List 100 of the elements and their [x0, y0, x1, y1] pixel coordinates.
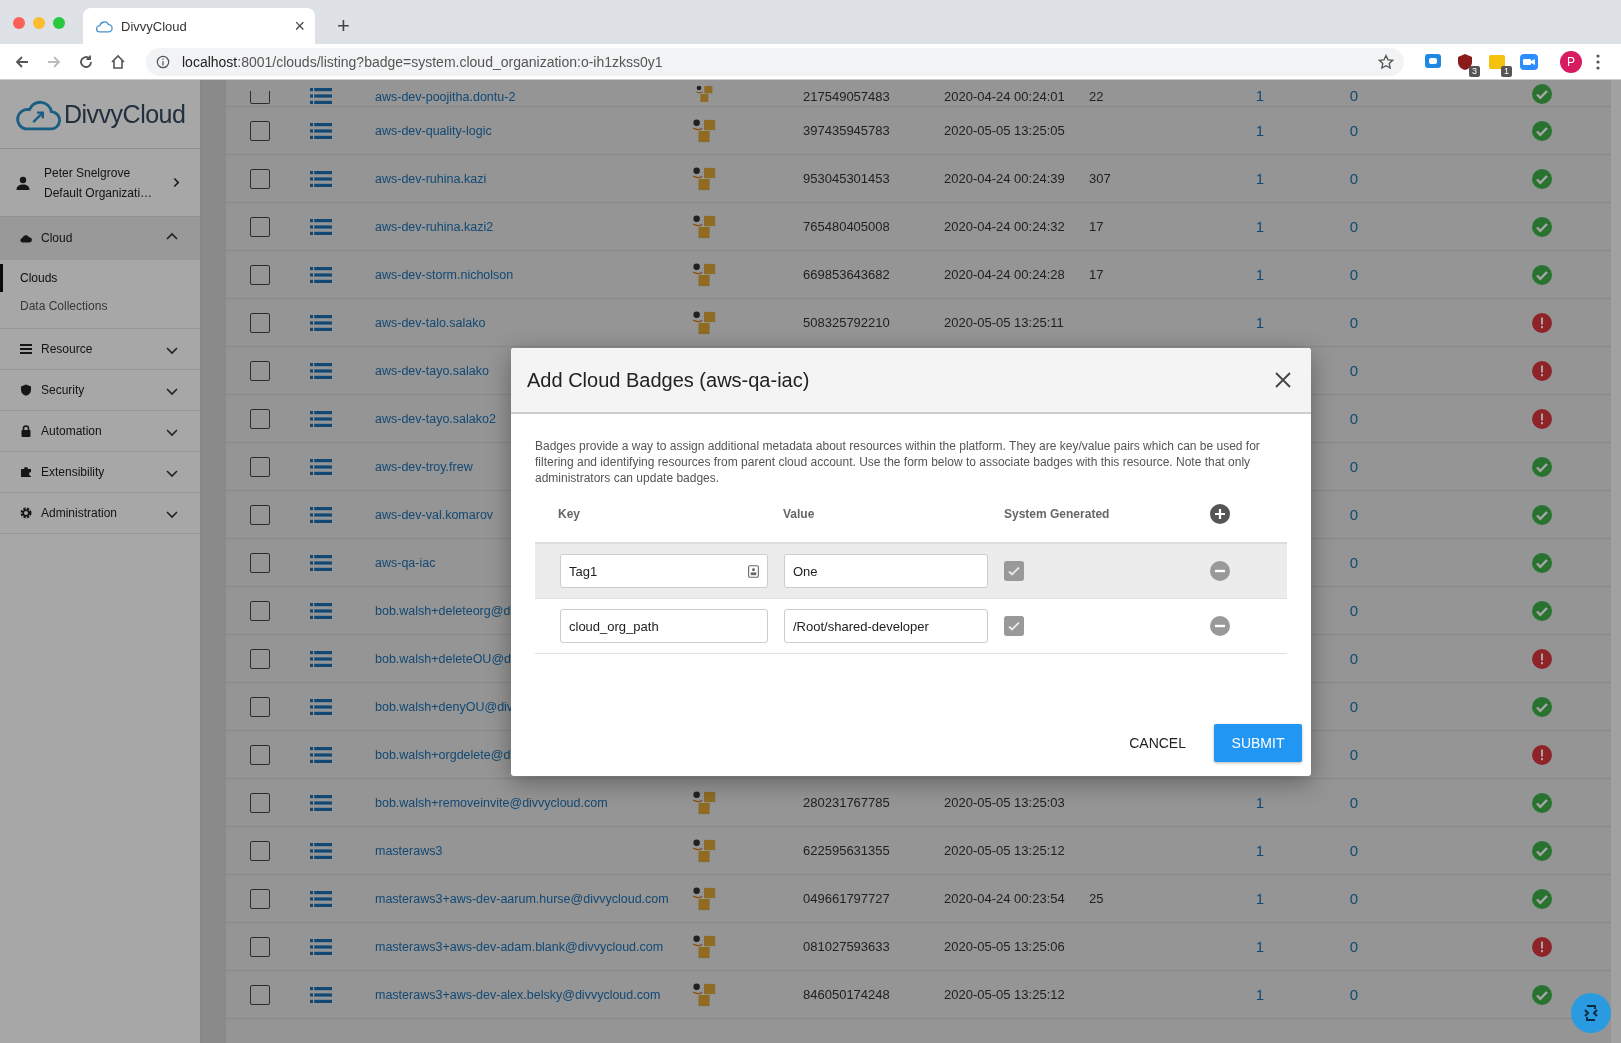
cloud-name-link[interactable]: aws-dev-talo.salako	[375, 315, 486, 330]
cloud-name-link[interactable]: aws-dev-poojitha.dontu-2	[375, 90, 516, 104]
list-icon[interactable]	[310, 362, 332, 379]
count-link[interactable]: 0	[1349, 602, 1359, 619]
contact-card-icon[interactable]	[748, 564, 759, 578]
list-icon[interactable]	[310, 794, 332, 811]
cloud-name-link[interactable]: aws-dev-quality-logic	[375, 123, 492, 138]
row-checkbox[interactable]	[250, 600, 270, 621]
close-icon[interactable]	[1275, 372, 1291, 388]
cloud-name-link[interactable]: bob.walsh+deleteorg@d	[375, 603, 511, 618]
shield-icon[interactable]	[1456, 52, 1474, 71]
logo[interactable]: DivvyCloud	[0, 80, 200, 149]
cloud-name-link[interactable]: aws-qa-iac	[375, 555, 436, 570]
add-icon[interactable]	[1210, 504, 1230, 524]
count-link[interactable]: 0	[1349, 842, 1359, 859]
sidebar-section[interactable]: Security	[0, 370, 200, 411]
count-link[interactable]: 0	[1349, 650, 1359, 667]
row-checkbox[interactable]	[250, 792, 270, 813]
list-icon[interactable]	[310, 602, 332, 619]
row-checkbox[interactable]	[250, 840, 270, 861]
cloud-name-link[interactable]: aws-dev-storm.nicholson	[375, 267, 514, 282]
value-field[interactable]: /Root/shared-developer	[784, 609, 988, 643]
count-link[interactable]: 0	[1349, 554, 1359, 571]
count-link[interactable]: 1	[1255, 218, 1265, 235]
remove-icon[interactable]	[1210, 561, 1230, 581]
list-icon[interactable]	[310, 842, 332, 859]
list-icon[interactable]	[310, 650, 332, 667]
count-link[interactable]: 0	[1349, 87, 1359, 104]
list-icon[interactable]	[310, 554, 332, 571]
key-field[interactable]: Tag1	[560, 554, 768, 588]
row-checkbox[interactable]	[250, 91, 270, 104]
count-link[interactable]: 0	[1349, 938, 1359, 955]
value-field[interactable]: One	[784, 554, 988, 588]
cloud-name-link[interactable]: aws-dev-tayo.salako2	[375, 411, 496, 426]
new-tab-button[interactable]: +	[315, 15, 350, 44]
list-icon[interactable]	[310, 410, 332, 427]
cloud-name-link[interactable]: aws-dev-val.komarov	[375, 507, 494, 522]
row-checkbox[interactable]	[250, 216, 270, 237]
count-link[interactable]: 1	[1255, 842, 1265, 859]
cloud-name-link[interactable]: masteraws3+aws-dev-alex.belsky@divvycloud.com	[375, 987, 661, 1002]
list-icon[interactable]	[310, 170, 332, 187]
count-link[interactable]: 0	[1349, 170, 1359, 187]
count-link[interactable]: 0	[1349, 746, 1359, 763]
bookmark-star-icon[interactable]	[1378, 53, 1394, 70]
list-icon[interactable]	[310, 746, 332, 763]
list-icon[interactable]	[310, 938, 332, 955]
reload-icon[interactable]	[78, 53, 94, 70]
list-icon[interactable]	[310, 458, 332, 475]
row-checkbox[interactable]	[250, 264, 270, 285]
list-icon[interactable]	[310, 266, 332, 283]
count-link[interactable]: 0	[1349, 314, 1359, 331]
count-link[interactable]: 0	[1349, 890, 1359, 907]
count-link[interactable]: 1	[1255, 986, 1265, 1003]
video-camera-icon[interactable]	[1520, 52, 1538, 71]
row-checkbox[interactable]	[250, 360, 270, 381]
row-checkbox[interactable]	[250, 984, 270, 1005]
address-field[interactable]: localhost:8001/clouds/listing?badge=system.cloud_organization:o-ih1zkss0y1	[146, 47, 1404, 76]
count-link[interactable]: 1	[1255, 314, 1265, 331]
count-link[interactable]: 0	[1349, 794, 1359, 811]
list-icon[interactable]	[310, 506, 332, 523]
note-icon[interactable]	[1488, 52, 1506, 71]
sidebar-item[interactable]: Data Collections	[0, 292, 200, 320]
count-link[interactable]: 0	[1349, 362, 1359, 379]
cloud-name-link[interactable]: aws-dev-ruhina.kazi	[375, 171, 487, 186]
list-icon[interactable]	[310, 88, 332, 104]
system-generated-checkbox[interactable]	[1004, 561, 1024, 581]
row-checkbox[interactable]	[250, 648, 270, 669]
sidebar-section[interactable]: Resource	[0, 329, 200, 370]
row-checkbox[interactable]	[250, 696, 270, 717]
cloud-name-link[interactable]: bob.walsh+denyOU@div	[375, 699, 514, 714]
sidebar-section[interactable]: Automation	[0, 411, 200, 452]
count-link[interactable]: 1	[1255, 890, 1265, 907]
cloud-name-link[interactable]: bob.walsh+deleteOU@d	[375, 651, 512, 666]
row-checkbox[interactable]	[250, 504, 270, 525]
key-field[interactable]: cloud_org_path	[560, 609, 768, 643]
cloud-name-link[interactable]: bob.walsh+orgdelete@d	[375, 747, 511, 762]
chat-bubble-icon[interactable]	[1424, 52, 1442, 71]
count-link[interactable]: 1	[1255, 938, 1265, 955]
list-icon[interactable]	[310, 890, 332, 907]
row-checkbox[interactable]	[250, 168, 270, 189]
list-icon[interactable]	[310, 986, 332, 1003]
count-link[interactable]: 1	[1255, 170, 1265, 187]
count-link[interactable]: 1	[1255, 266, 1265, 283]
home-icon[interactable]	[110, 53, 126, 70]
row-checkbox[interactable]	[250, 408, 270, 429]
more-menu-icon[interactable]	[1596, 53, 1600, 70]
cloud-name-link[interactable]: masteraws3+aws-dev-adam.blank@divvycloud.com	[375, 939, 664, 954]
row-checkbox[interactable]	[250, 744, 270, 765]
count-link[interactable]: 1	[1255, 87, 1265, 104]
count-link[interactable]: 1	[1255, 794, 1265, 811]
count-link[interactable]: 0	[1349, 266, 1359, 283]
count-link[interactable]: 0	[1349, 122, 1359, 139]
count-link[interactable]: 0	[1349, 218, 1359, 235]
row-checkbox[interactable]	[250, 888, 270, 909]
list-icon[interactable]	[310, 698, 332, 715]
cancel-button[interactable]: CANCEL	[1115, 724, 1200, 762]
cloud-name-link[interactable]: aws-dev-ruhina.kazi2	[375, 219, 494, 234]
submit-button[interactable]: SUBMIT	[1214, 724, 1302, 762]
row-checkbox[interactable]	[250, 552, 270, 573]
cloud-name-link[interactable]: masteraws3+aws-dev-aarum.hurse@divvycloud.com	[375, 891, 669, 906]
